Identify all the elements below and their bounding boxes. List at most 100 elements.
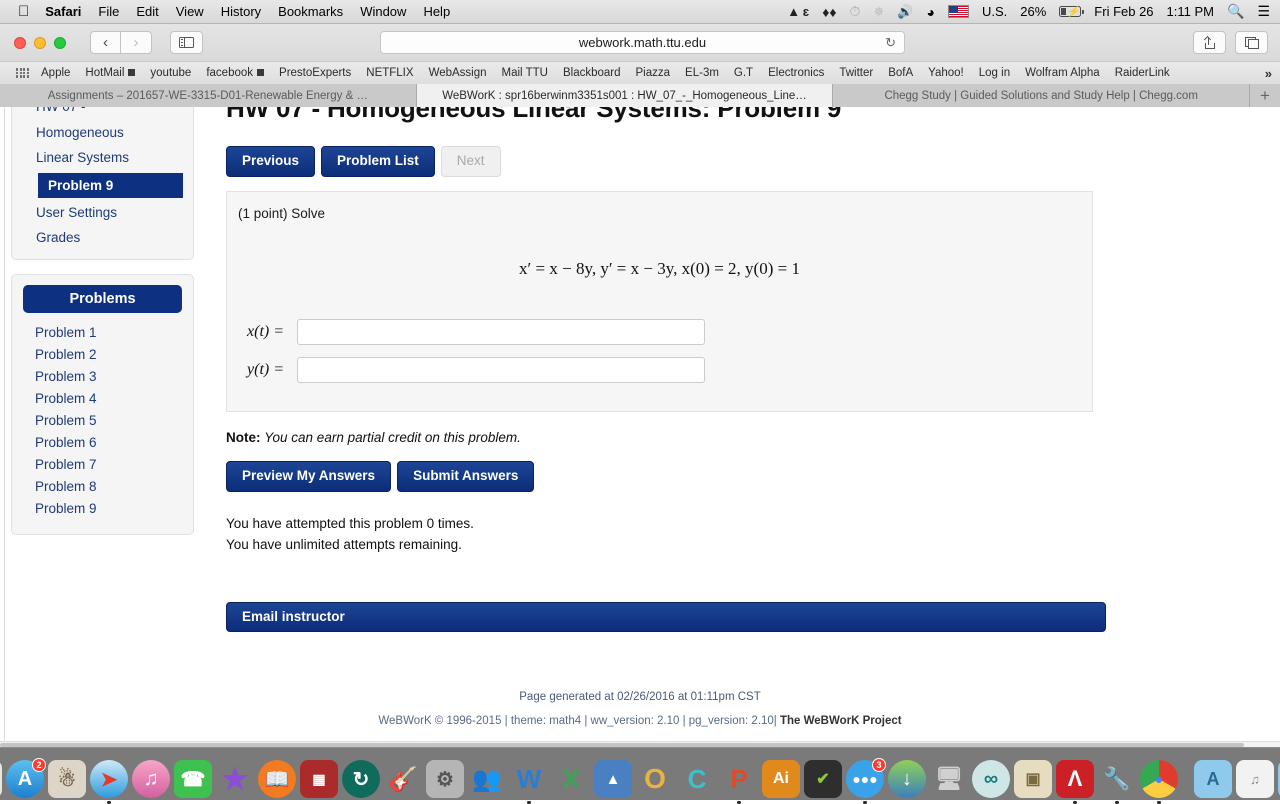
answer-input-x[interactable] [297,319,705,345]
problem-link-9[interactable]: Problem 9 [12,498,193,520]
bookmark-prestoexperts[interactable]: PrestoExperts [279,67,351,79]
problem-link-7[interactable]: Problem 7 [12,454,193,476]
sidebar-item-user-settings[interactable]: User Settings [12,200,193,226]
preview-icon[interactable]: ✒ [0,760,2,798]
matlab-icon[interactable]: ∞ [972,760,1010,798]
imaging-icon[interactable]: ▣ [1014,760,1052,798]
ibooks-icon[interactable]: 📖 [258,760,296,798]
new-tab-button[interactable]: + [1250,84,1280,107]
applications-folder-icon[interactable]: A [1194,760,1232,798]
time-machine-icon[interactable]: ⏱ [849,3,860,20]
sidebar-item-problem-9-selected[interactable]: Problem 9 [38,173,183,198]
address-bar[interactable]: webwork.math.ttu.edu ↻ [380,31,905,54]
acrobat-reader-icon[interactable]: Λ [1056,760,1094,798]
answer-input-y[interactable] [297,357,705,383]
ms-outlook-icon[interactable]: O [636,760,674,798]
close-window-button[interactable] [14,37,26,49]
tab-assignments[interactable]: Assignments – 201657-WE-3315-D01-Renewab… [0,84,417,107]
apple-menu-icon[interactable]:  [18,4,29,19]
ms-excel-icon[interactable]: X [552,760,590,798]
vlc-icon[interactable]: ▲ [594,760,632,798]
bookmark-facebook[interactable]: facebook [206,67,264,79]
bookmark-apple[interactable]: Apple [41,67,70,79]
menu-item-view[interactable]: View [176,4,204,19]
remote-desktop-icon[interactable]: 🖥 [930,760,968,798]
battery-icon[interactable]: ⚡ [1059,6,1081,17]
mpeg4-folder-icon[interactable]: ♫ [1236,760,1274,798]
itunes-icon[interactable]: ♫ [132,760,170,798]
chrome-icon[interactable]: ● [1140,760,1178,798]
garageband-icon[interactable]: 🎸 [384,760,422,798]
bookmark-youtube[interactable]: youtube [150,67,191,79]
maximize-window-button[interactable] [54,37,66,49]
share-icon[interactable] [1193,31,1226,54]
forward-button[interactable]: › [121,31,152,54]
time-machine-icon[interactable]: ↻ [342,760,380,798]
ms-onenote-icon[interactable]: C [678,760,716,798]
email-instructor-button[interactable]: Email instructor [226,602,1106,633]
menu-item-safari[interactable]: Safari [45,4,81,19]
adobe-icon[interactable]: ▲ ɛ [787,4,809,19]
bookmark-login[interactable]: Log in [979,67,1010,79]
bookmark-webassign[interactable]: WebAssign [429,67,487,79]
problem-list-button[interactable]: Problem List [321,146,435,177]
battery-percent[interactable]: 26% [1020,4,1046,19]
search-icon[interactable]: 🔍 [1227,3,1244,20]
previous-button[interactable]: Previous [226,146,315,177]
problem-link-1[interactable]: Problem 1 [12,322,193,344]
bookmark-wolfram-alpha[interactable]: Wolfram Alpha [1025,67,1100,79]
menu-item-help[interactable]: Help [423,4,450,19]
bookmark-mail-ttu[interactable]: Mail TTU [502,67,548,79]
sidebar-item-hw07[interactable]: HW 07 - [12,107,193,120]
bookmark-twitter[interactable]: Twitter [839,67,873,79]
show-all-tabs-icon[interactable] [1235,31,1268,54]
sidebar-item-grades[interactable]: Grades [12,225,193,251]
input-source-flag[interactable] [948,5,969,18]
input-source-label[interactable]: U.S. [982,4,1007,19]
nike-icon[interactable]: ✔ [804,760,842,798]
bookmark-el3m[interactable]: EL-3m [685,67,719,79]
photos-icon[interactable]: ☃ [48,760,86,798]
tab-chegg[interactable]: Chegg Study | Guided Solutions and Study… [833,84,1250,107]
volume-icon[interactable]: 🔊 [897,4,913,20]
photo-booth-icon[interactable]: ▦ [300,760,338,798]
bookmark-raiderlink[interactable]: RaiderLink [1115,67,1170,79]
ms-powerpoint-icon[interactable]: P [720,760,758,798]
bookmark-gt[interactable]: G.T [734,67,753,79]
messenger-icon[interactable]: 👥 [468,760,506,798]
menu-item-edit[interactable]: Edit [136,4,158,19]
bookmark-electronics[interactable]: Electronics [768,67,824,79]
bookmarks-overflow-icon[interactable]: » [1265,66,1272,81]
bookmark-blackboard[interactable]: Blackboard [563,67,621,79]
footer-project-link[interactable]: The WeBWorK Project [780,715,902,727]
dropbox-icon[interactable]: ♦♦ [822,4,836,20]
menu-item-file[interactable]: File [98,4,119,19]
problem-link-8[interactable]: Problem 8 [12,476,193,498]
bookmark-hotmail[interactable]: HotMail [85,67,135,79]
problem-link-3[interactable]: Problem 3 [12,366,193,388]
messages-icon[interactable]: ●●●3 [846,760,884,798]
bookmark-piazza[interactable]: Piazza [636,67,671,79]
sidebar-item-linear-systems[interactable]: Linear Systems [12,145,193,171]
notification-center-icon[interactable]: ☰ [1257,3,1270,20]
reload-icon[interactable]: ↻ [885,35,896,51]
bookmark-netflix[interactable]: NETFLIX [366,67,413,79]
preview-my-answers-button[interactable]: Preview My Answers [226,461,391,492]
submit-answers-button[interactable]: Submit Answers [397,461,534,492]
menu-item-window[interactable]: Window [360,4,406,19]
safari-icon[interactable]: ➤ [90,760,128,798]
app-store-icon[interactable]: A2 [6,760,44,798]
utilities-icon[interactable]: 🔧 [1098,760,1136,798]
menu-item-bookmarks[interactable]: Bookmarks [278,4,343,19]
problem-link-6[interactable]: Problem 6 [12,432,193,454]
illustrator-icon[interactable]: Ai [762,760,800,798]
tab-webwork[interactable]: WeBWorK : spr16berwinm3351s001 : HW_07_-… [417,84,834,107]
bluetooth-icon[interactable]: ✵ [873,4,884,20]
sidebar-item-homogeneous[interactable]: Homogeneous [12,120,193,146]
wifi-icon[interactable]: ◕ [927,4,935,20]
favorites-grid-icon[interactable] [16,68,29,78]
imovie-icon[interactable]: ★ [216,760,254,798]
menu-item-history[interactable]: History [221,4,261,19]
problem-link-5[interactable]: Problem 5 [12,410,193,432]
facetime-icon[interactable]: ☎ [174,760,212,798]
